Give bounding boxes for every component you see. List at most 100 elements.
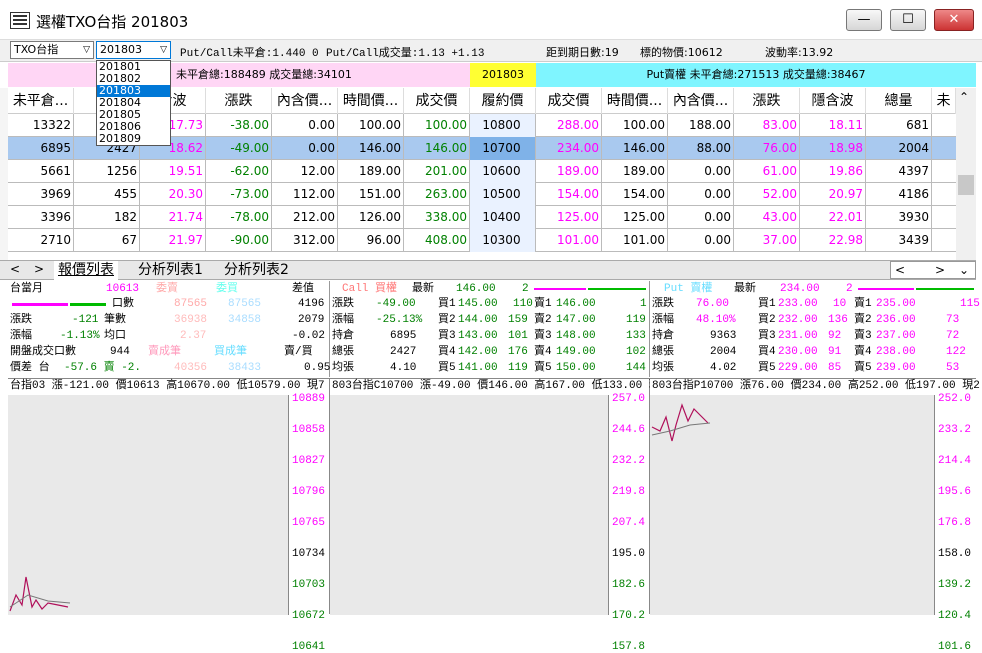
- ask-level-label: 賣2: [534, 314, 552, 326]
- tab-analysis-1[interactable]: 分析列表1: [134, 261, 207, 280]
- table-row[interactable]: 2710 67 21.97 -90.00 312.00 96.00 408.00 10300 1…: [8, 229, 956, 252]
- close-button[interactable]: ✕: [934, 9, 974, 31]
- stat-label: 總張: [652, 346, 674, 358]
- y-axis-tick: 195.6: [938, 486, 972, 498]
- bid-price: 141.00: [458, 362, 498, 374]
- ask-level-label: 賣4: [534, 346, 552, 358]
- bid-level-label: 買3: [758, 330, 776, 342]
- scroll-down-icon[interactable]: ⌄: [959, 262, 969, 278]
- label-last: 最新: [734, 283, 756, 295]
- vertical-scrollbar[interactable]: [956, 88, 976, 260]
- tab-prev-icon[interactable]: <: [10, 262, 20, 276]
- product-select[interactable]: TXO台指 ▽: [10, 41, 94, 59]
- column-header[interactable]: 時間價...: [602, 88, 668, 114]
- y-axis-tick: 219.8: [612, 486, 646, 498]
- cell-c-vol: 182: [74, 206, 140, 229]
- call-last-price: 146.00: [456, 283, 496, 295]
- price-line-chart: [9, 576, 71, 612]
- column-header[interactable]: 漲跌: [206, 88, 272, 114]
- call-chart[interactable]: 803台指C10700 漲-49.00 價146.00 高167.00 低133…: [330, 378, 666, 653]
- column-header[interactable]: 未: [932, 88, 956, 114]
- column-header[interactable]: 成交價: [404, 88, 470, 114]
- cell-strike: 10400: [470, 206, 536, 229]
- ask-price: 146.00: [556, 298, 596, 310]
- month-select[interactable]: 201803 ▽: [96, 41, 171, 59]
- ask-level-label: 賣1: [534, 298, 552, 310]
- tab-analysis-2[interactable]: 分析列表2: [220, 261, 293, 280]
- bid-qty: 10: [833, 298, 847, 310]
- month-option[interactable]: 201809: [97, 133, 170, 145]
- cell-c-chg: -73.00: [206, 183, 272, 206]
- futures-quote-panel: 台當月 10613 委賣 委買 差值 口數 87565 87565 4196 漲…: [8, 281, 330, 377]
- stat-label: 漲跌: [332, 298, 354, 310]
- bid-price: 230.00: [778, 346, 818, 358]
- price-line-chart: [651, 403, 711, 442]
- bid-level-label: 買4: [438, 346, 456, 358]
- cell-c-price: 338.00: [404, 206, 470, 229]
- maximize-button[interactable]: ☐: [890, 9, 926, 31]
- column-header[interactable]: 未平倉...: [8, 88, 74, 114]
- cell-c-oi: 3969: [8, 183, 74, 206]
- scroll-up-icon[interactable]: ⌃: [959, 90, 969, 104]
- scroll-right-icon[interactable]: >: [935, 262, 945, 278]
- month-dropdown-list[interactable]: 201801 201802 201803 201804 201805 201806 2018…: [96, 60, 171, 146]
- bid-price: 231.00: [778, 330, 818, 342]
- ask-qty: 102: [626, 346, 646, 358]
- table-row[interactable]: 3396 182 21.74 -78.00 212.00 126.00 338.00 1040…: [8, 206, 956, 229]
- ask-price: 237.00: [876, 330, 916, 342]
- scrollbar-thumb[interactable]: [958, 175, 974, 195]
- cell-p-time: 101.00: [602, 229, 668, 252]
- column-header[interactable]: 時間價...: [338, 88, 404, 114]
- horizontal-scrollbar[interactable]: < > ⌄: [890, 261, 976, 279]
- cell-c-time: 126.00: [338, 206, 404, 229]
- column-header[interactable]: 總量: [866, 88, 932, 114]
- stat-value: 4.10: [390, 362, 417, 374]
- column-header[interactable]: 漲跌: [734, 88, 800, 114]
- table-row-partial[interactable]: [8, 252, 956, 260]
- price-line-chart: [330, 395, 608, 615]
- futures-chart[interactable]: 台指03 漲-121.00 價10613 高10670.00 低10579.00…: [8, 378, 330, 653]
- put-last-qty: 2: [846, 283, 853, 295]
- column-header[interactable]: 內含價...: [668, 88, 734, 114]
- y-axis-tick: 182.6: [612, 579, 646, 591]
- stat-value: 2004: [710, 346, 737, 358]
- chevron-down-icon: ▽: [83, 45, 90, 55]
- column-header[interactable]: 履約價: [470, 88, 536, 114]
- cell-c-intr: 212.00: [272, 206, 338, 229]
- cell-c-time: 100.00: [338, 114, 404, 137]
- faint-buy-orders: 34858: [228, 314, 262, 326]
- column-header[interactable]: 成交價: [536, 88, 602, 114]
- minimize-button[interactable]: —: [846, 9, 882, 31]
- call-buy-bar: [588, 288, 646, 290]
- y-axis-tick: 176.8: [938, 517, 972, 529]
- bid-qty: 92: [828, 330, 842, 342]
- bid-price: 143.00: [458, 330, 498, 342]
- tab-next-icon[interactable]: >: [34, 262, 44, 276]
- cell-c-time: 96.00: [338, 229, 404, 252]
- avg-value: -0.02: [292, 330, 326, 342]
- table-row[interactable]: 5661 1256 19.51 -62.00 12.00 189.00 201.00 1060…: [8, 160, 956, 183]
- volatility: 波動率:13.92: [765, 46, 834, 59]
- ask-level-label: 賣4: [854, 346, 872, 358]
- stat-value: 9363: [710, 330, 737, 342]
- column-header[interactable]: 內含價...: [272, 88, 338, 114]
- cell-strike: 10800: [470, 114, 536, 137]
- stat-label: 均張: [332, 362, 354, 374]
- put-chart[interactable]: 803台指P10700 漲76.00 價234.00 高252.00 低197.…: [650, 378, 980, 653]
- label-buy-trades: 買成筆: [214, 346, 247, 358]
- cell-p-chg: 43.00: [734, 206, 800, 229]
- column-header[interactable]: 隱含波: [800, 88, 866, 114]
- chart-header: 803台指P10700 漲76.00 價234.00 高252.00 低197.…: [652, 380, 980, 392]
- scroll-left-icon[interactable]: <: [895, 262, 905, 278]
- ask-price: 236.00: [876, 314, 916, 326]
- cell-p-time: 100.00: [602, 114, 668, 137]
- table-row[interactable]: 3969 455 20.30 -73.00 112.00 151.00 263.00 1050…: [8, 183, 956, 206]
- tab-quote-list[interactable]: 報價列表: [54, 261, 118, 280]
- stat-value: 76.00: [696, 298, 730, 310]
- app-icon: [10, 12, 30, 29]
- stat-value: -25.13%: [376, 314, 423, 326]
- cell-c-price: 100.00: [404, 114, 470, 137]
- label-ratio: 賣/買: [284, 346, 313, 358]
- y-axis-tick: 10703: [292, 579, 326, 591]
- label-sell-order: 委賣: [156, 283, 178, 295]
